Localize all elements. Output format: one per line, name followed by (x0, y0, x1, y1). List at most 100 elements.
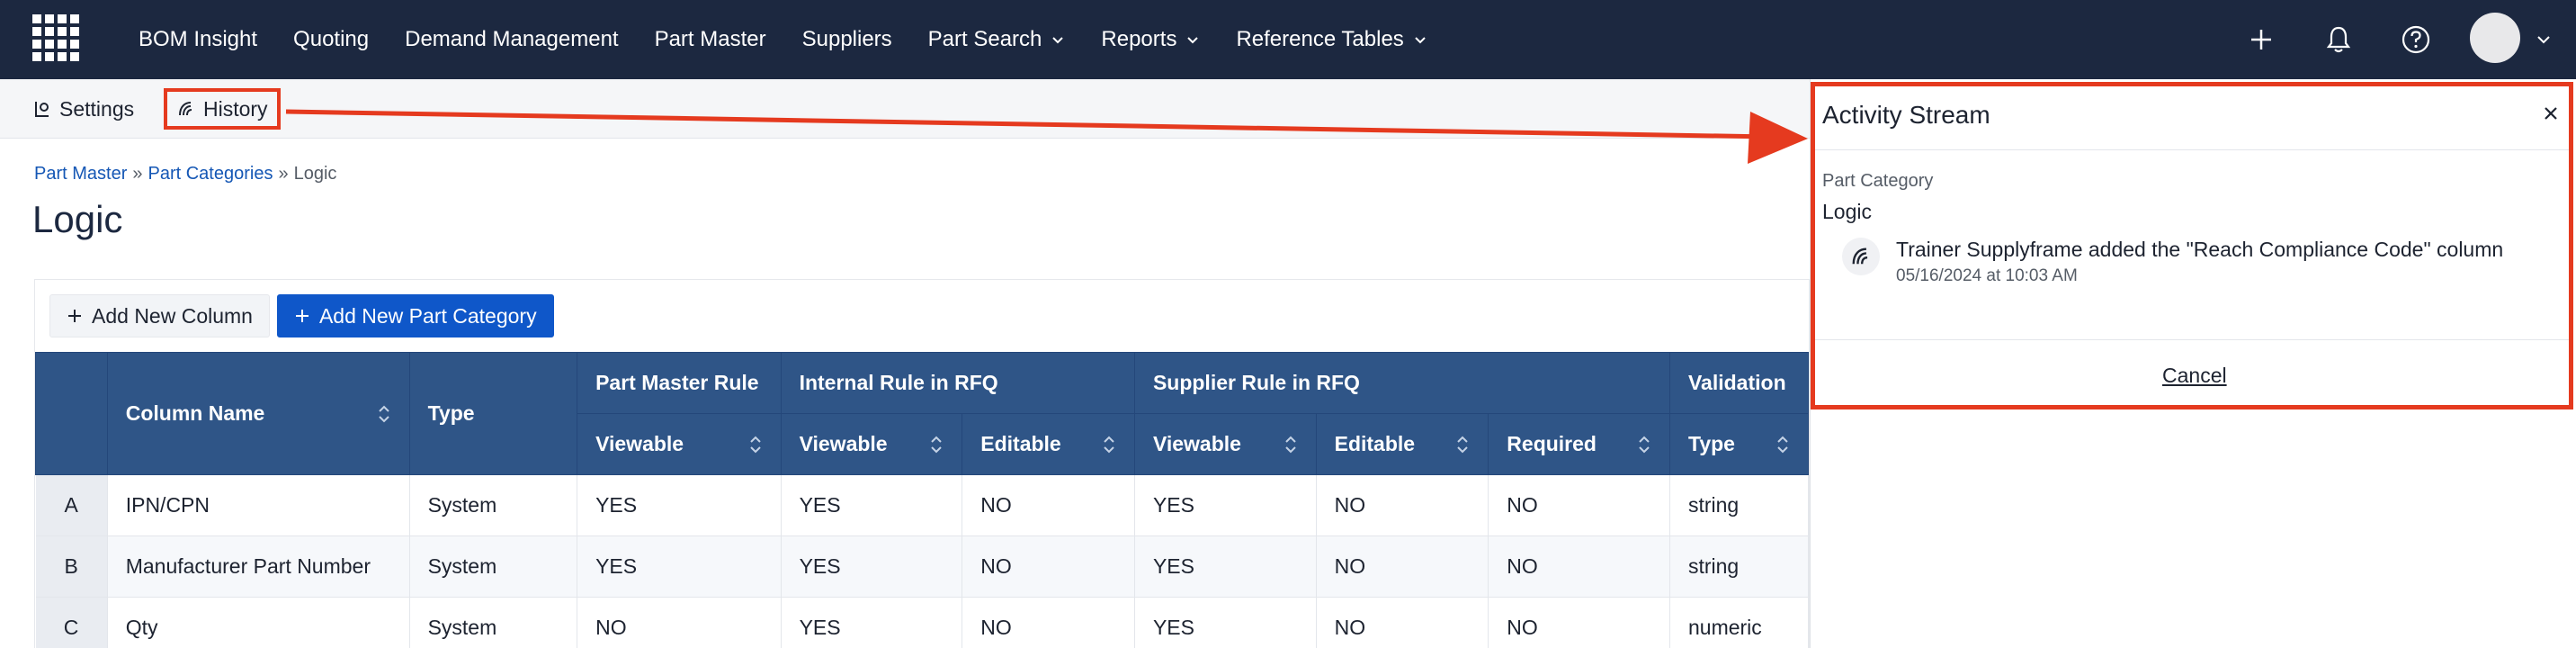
supplier-editable-header[interactable]: Editable (1315, 413, 1489, 475)
settings-link-icon (35, 102, 49, 117)
table-row[interactable]: C Qty System NO YES NO YES NO NO numeric (35, 597, 1809, 648)
internal-viewable-cell: YES (781, 597, 963, 648)
internal-viewable-cell: YES (781, 474, 963, 536)
supplier-viewable-cell: YES (1134, 474, 1317, 536)
app-grid-logo-icon[interactable] (32, 14, 81, 63)
internal-editable-header[interactable]: Editable (962, 413, 1135, 475)
supplier-required-cell: NO (1488, 597, 1670, 648)
page-title: Logic (32, 198, 123, 240)
add-new-column-button[interactable]: Add New Column (49, 294, 270, 338)
activity-stream-title: Activity Stream (1822, 101, 1990, 129)
index-header (35, 352, 108, 475)
pm-viewable-header[interactable]: Viewable (577, 413, 782, 475)
divider (1815, 149, 2569, 150)
sort-icon (1104, 436, 1114, 453)
supplier-required-header[interactable]: Required (1488, 413, 1670, 475)
row-index: B (35, 536, 108, 598)
history-tab[interactable]: History (164, 88, 281, 130)
pm-viewable-cell: YES (577, 474, 782, 536)
bell-icon[interactable] (2317, 18, 2360, 61)
chevron-down-icon[interactable] (2535, 31, 2553, 49)
sort-icon (1284, 436, 1296, 453)
breadcrumb: Part Master » Part Categories » Logic (34, 164, 336, 184)
header-label: Required (1507, 432, 1597, 455)
sort-icon (749, 436, 761, 453)
table-row[interactable]: A IPN/CPN System YES YES NO YES NO NO st… (35, 474, 1809, 536)
supplier-viewable-header[interactable]: Viewable (1133, 413, 1317, 475)
nav-demand-management[interactable]: Demand Management (405, 27, 618, 52)
part-master-rule-group-header: Part Master Rule (577, 352, 782, 414)
help-icon[interactable] (2394, 18, 2437, 61)
type-header: Type (408, 352, 578, 475)
type-cell: System (409, 474, 578, 536)
header-label: Editable (1334, 432, 1416, 455)
divider (1815, 339, 2569, 340)
part-category-value: Logic (1822, 200, 1872, 223)
header-label: Viewable (799, 432, 888, 455)
header-label: Column Name (125, 401, 265, 425)
column-name-header[interactable]: Column Name (106, 352, 410, 475)
history-tab-label: History (203, 96, 268, 121)
activity-history-icon (1842, 238, 1880, 275)
header-label: Viewable (595, 432, 684, 455)
nav-reports[interactable]: Reports (1101, 27, 1200, 52)
breadcrumb-current: Logic (293, 164, 337, 184)
close-icon[interactable] (2540, 103, 2562, 124)
nav-reference-tables[interactable]: Reference Tables (1236, 27, 1427, 52)
supplier-viewable-cell: YES (1134, 597, 1317, 648)
internal-viewable-header[interactable]: Viewable (780, 413, 963, 475)
chevron-down-icon (1052, 37, 1064, 44)
validation-type-cell: numeric (1669, 597, 1809, 648)
top-navigation-bar: BOM Insight Quoting Demand Management Pa… (0, 0, 2576, 79)
nav-label: Suppliers (801, 27, 892, 51)
header-label: Internal Rule in RFQ (799, 371, 998, 394)
nav-quoting[interactable]: Quoting (293, 27, 369, 52)
cancel-button[interactable]: Cancel (2162, 364, 2227, 388)
add-new-column-label: Add New Column (92, 303, 253, 328)
internal-editable-cell: NO (962, 536, 1135, 598)
supplier-viewable-cell: YES (1134, 536, 1317, 598)
table-actions: Add New Column Add New Part Category (49, 294, 554, 338)
sort-icon (931, 436, 942, 453)
nav-label: Quoting (293, 27, 370, 51)
nav-suppliers[interactable]: Suppliers (802, 27, 892, 52)
settings-tab[interactable]: Settings (32, 92, 134, 126)
sort-icon (1457, 436, 1469, 453)
settings-tab-label: Settings (59, 96, 135, 121)
breadcrumb-part-master[interactable]: Part Master (34, 164, 127, 184)
nav-part-master[interactable]: Part Master (655, 27, 766, 52)
internal-rule-group-header: Internal Rule in RFQ (780, 352, 1135, 414)
header-label: Type (427, 401, 475, 425)
supplier-editable-cell: NO (1316, 536, 1489, 598)
header-label: Type (1687, 432, 1735, 455)
breadcrumb-separator: » (132, 164, 143, 184)
sort-icon (378, 405, 389, 422)
add-new-part-category-button[interactable]: Add New Part Category (276, 294, 554, 338)
nav-bom-insight[interactable]: BOM Insight (139, 27, 257, 52)
nav-label: Part Master (654, 27, 766, 51)
header-label: Viewable (1152, 432, 1241, 455)
plus-icon (295, 310, 309, 322)
header-label: Validation (1687, 371, 1786, 394)
type-cell: System (409, 597, 578, 648)
chevron-down-icon (1415, 37, 1426, 44)
plus-icon[interactable] (2240, 18, 2283, 61)
history-icon (179, 102, 192, 116)
validation-type-header[interactable]: Type (1668, 413, 1809, 475)
sort-icon (1639, 436, 1650, 453)
header-label: Part Master Rule (595, 371, 759, 394)
header-label: Editable (980, 432, 1061, 455)
validation-type-cell: string (1669, 474, 1809, 536)
nav-part-search[interactable]: Part Search (928, 27, 1066, 52)
breadcrumb-part-categories[interactable]: Part Categories (148, 164, 273, 184)
header-label: Supplier Rule in RFQ (1152, 371, 1360, 394)
supplier-required-cell: NO (1488, 536, 1670, 598)
table-row[interactable]: B Manufacturer Part Number System YES YE… (35, 536, 1809, 598)
columns-table: Column Name Type Part Master Rule Intern… (35, 352, 1809, 648)
validation-type-cell: string (1669, 536, 1809, 598)
pm-viewable-cell: NO (577, 597, 782, 648)
supplier-required-cell: NO (1488, 474, 1670, 536)
page-toolbar: Settings History (0, 79, 1810, 139)
avatar[interactable] (2470, 13, 2520, 63)
add-new-part-category-label: Add New Part Category (318, 303, 537, 328)
